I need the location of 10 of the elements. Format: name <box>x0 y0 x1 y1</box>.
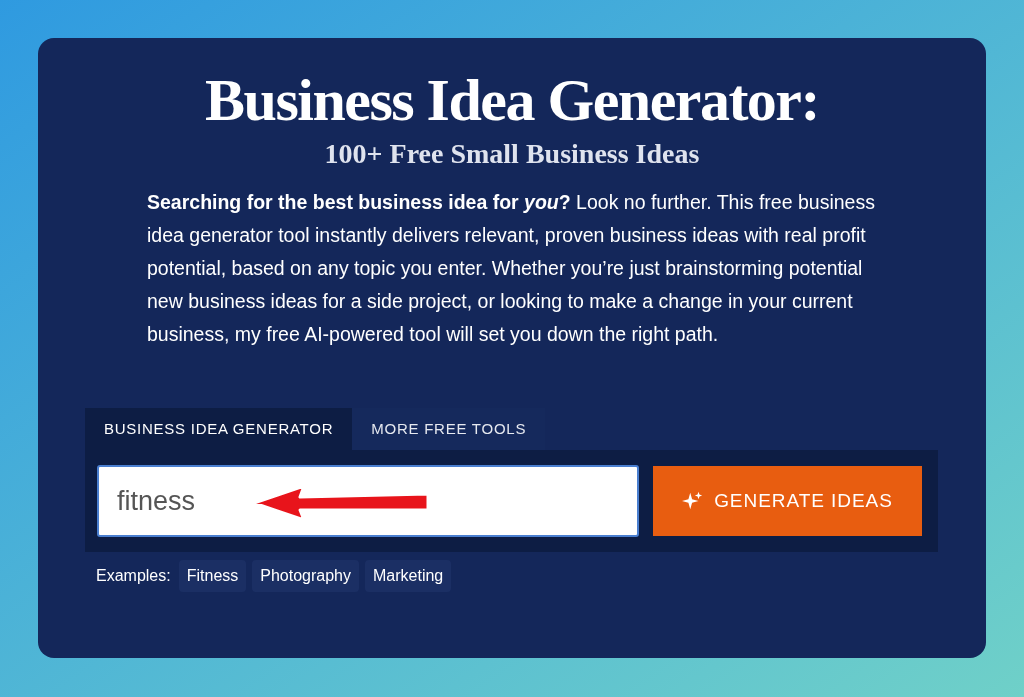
examples-label: Examples: <box>96 566 171 586</box>
example-chip[interactable]: Photography <box>252 560 359 592</box>
example-chip[interactable]: Fitness <box>178 560 247 592</box>
tab[interactable]: BUSINESS IDEA GENERATOR <box>85 408 353 450</box>
generate-button[interactable]: GENERATE IDEAS <box>653 466 922 536</box>
example-chip[interactable]: Marketing <box>365 560 452 592</box>
topic-input[interactable]: fitness <box>97 465 639 537</box>
page-subtitle: 100+ Free Small Business Ideas <box>324 137 700 171</box>
intro-paragraph: Searching for the best business idea for you? Look no further. This free business idea generator tool instantly delivers relevant, proven business ideas with real profit potential, based on any topic you enter. Whether you’re just brainstorming potential new business ideas for a side project, or looking to make a change in your current business, my free AI-powered tool will set you down the right path. <box>147 190 876 347</box>
page-title: Business Idea Generator: <box>205 66 819 134</box>
